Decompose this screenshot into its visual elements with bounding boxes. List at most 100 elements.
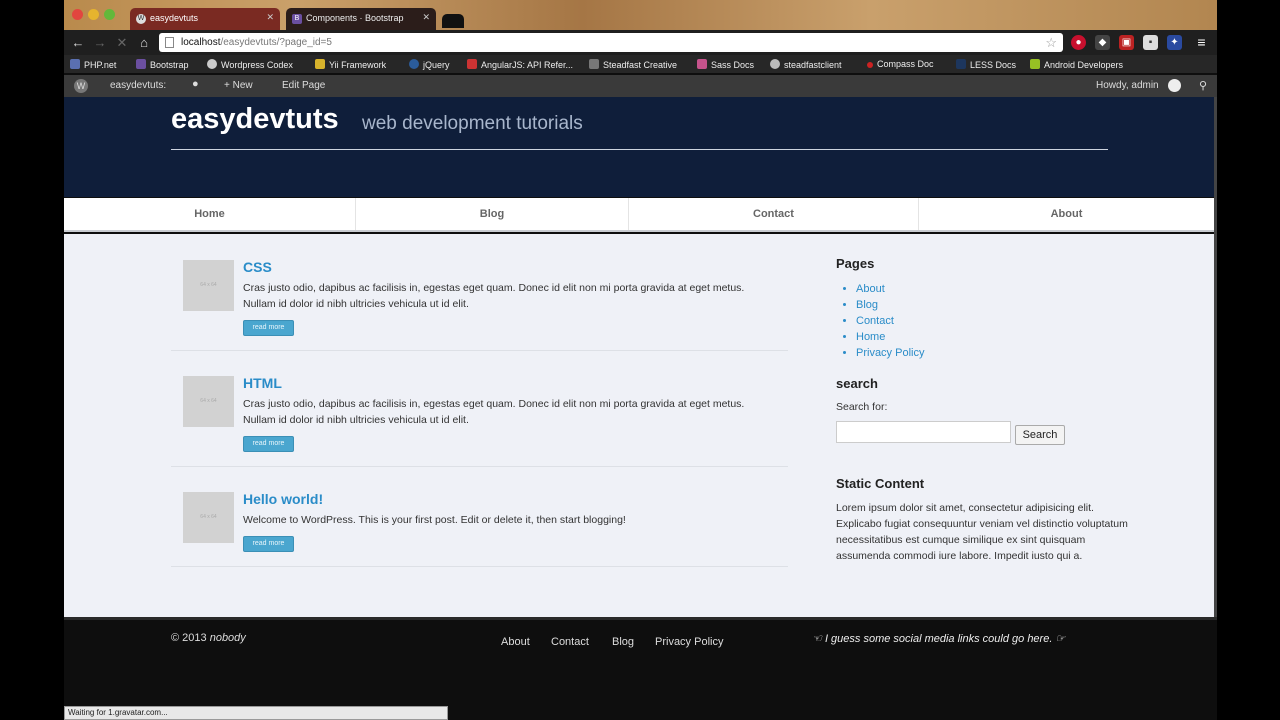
- angularjs-icon: [467, 59, 477, 69]
- bookmark-item[interactable]: Sass Docs: [697, 59, 754, 70]
- close-window-button[interactable]: [72, 9, 83, 20]
- hand-left-icon: ☜: [812, 633, 822, 645]
- minimize-window-button[interactable]: [88, 9, 99, 20]
- site-footer: © 2013 nobody About Contact Blog Privacy…: [64, 617, 1217, 707]
- github-icon: [770, 59, 780, 69]
- page-link-about[interactable]: About: [856, 281, 924, 297]
- copyright: © 2013 nobody: [171, 632, 246, 644]
- footer-link-privacy-policy[interactable]: Privacy Policy: [655, 636, 723, 648]
- comments-icon[interactable]: ●: [192, 78, 199, 90]
- wpbar-edit-page-link[interactable]: Edit Page: [282, 80, 325, 91]
- url-path: /easydevtuts/?page_id=5: [220, 37, 332, 48]
- page-icon: [165, 37, 174, 48]
- screen: W easydevtuts ✕ B Components · Bootstrap…: [0, 0, 1280, 720]
- post-title[interactable]: HTML: [243, 375, 282, 391]
- nav-item-home[interactable]: Home: [64, 198, 356, 230]
- bookmark-item[interactable]: Bootstrap: [136, 59, 189, 70]
- static-content-text: Lorem ipsum dolor sit amet, consectetur …: [836, 502, 1128, 562]
- compass-icon: [867, 62, 873, 68]
- wordpress-icon: W: [136, 14, 146, 24]
- site-title[interactable]: easydevtuts: [171, 103, 339, 136]
- bookmark-star-icon[interactable]: ☆: [1045, 33, 1057, 52]
- page-link-contact[interactable]: Contact: [856, 313, 924, 329]
- nav-item-blog[interactable]: Blog: [356, 198, 629, 230]
- wpbar-site-link[interactable]: easydevtuts:: [110, 80, 166, 91]
- close-tab-icon[interactable]: ✕: [266, 12, 274, 23]
- stop-icon[interactable]: ✕: [113, 34, 131, 51]
- social-note: ☜ I guess some social media links could …: [812, 633, 1066, 645]
- extension-icon[interactable]: ✦: [1167, 35, 1182, 50]
- tab-bootstrap[interactable]: B Components · Bootstrap ✕: [286, 8, 436, 30]
- search-input[interactable]: [836, 421, 1011, 443]
- wp-admin-bar: W easydevtuts: ● + New Edit Page Howdy, …: [64, 75, 1217, 97]
- extension-icon[interactable]: ●: [1071, 35, 1086, 50]
- pages-list: About Blog Contact Home Privacy Policy: [856, 281, 924, 361]
- avatar[interactable]: [1168, 79, 1181, 92]
- back-arrow-icon[interactable]: ←: [69, 34, 87, 51]
- wpbar-howdy[interactable]: Howdy, admin: [1096, 80, 1159, 91]
- forward-arrow-icon[interactable]: →: [91, 34, 109, 51]
- bootstrap-icon: [136, 59, 146, 69]
- wpbar-new-link[interactable]: + New: [224, 80, 253, 91]
- tab-easydevtuts[interactable]: W easydevtuts ✕: [130, 8, 280, 30]
- jquery-icon: [409, 59, 419, 69]
- bookmark-item[interactable]: steadfastclient: [770, 59, 842, 70]
- url-host: localhost: [181, 37, 221, 48]
- read-more-button[interactable]: read more: [243, 436, 294, 452]
- bookmark-item[interactable]: Wordpress Codex: [207, 59, 293, 70]
- bookmark-item[interactable]: AngularJS: API Refer...: [467, 59, 573, 70]
- home-icon[interactable]: ⌂: [135, 34, 153, 51]
- post-excerpt: Cras justo odio, dapibus ac facilisis in…: [243, 398, 745, 426]
- main-nav: Home Blog Contact About: [64, 198, 1214, 232]
- new-tab-button[interactable]: [442, 14, 464, 28]
- post-thumbnail: 64 x 64: [183, 260, 234, 311]
- wordpress-logo-icon[interactable]: W: [74, 79, 88, 93]
- address-bar[interactable]: localhost/easydevtuts/?page_id=5 ☆: [159, 33, 1063, 52]
- bookmark-item[interactable]: jQuery: [409, 59, 450, 70]
- bookmark-item[interactable]: LESS Docs: [956, 59, 1016, 70]
- extension-icon[interactable]: ▣: [1119, 35, 1134, 50]
- tab-label: Components · Bootstrap: [306, 13, 404, 23]
- footer-link-about[interactable]: About: [501, 636, 530, 648]
- browser-window: W easydevtuts ✕ B Components · Bootstrap…: [64, 0, 1217, 720]
- nav-item-about[interactable]: About: [919, 198, 1214, 230]
- page-link-blog[interactable]: Blog: [856, 297, 924, 313]
- tab-strip: W easydevtuts ✕ B Components · Bootstrap…: [64, 0, 1217, 30]
- bookmark-item[interactable]: Android Developers: [1030, 59, 1123, 70]
- search-button[interactable]: Search: [1015, 425, 1065, 445]
- post-excerpt: Cras justo odio, dapibus ac facilisis in…: [243, 282, 745, 310]
- search-heading: search: [836, 376, 878, 391]
- bookmark-item[interactable]: Steadfast Creative: [589, 59, 677, 70]
- android-icon: [1030, 59, 1040, 69]
- less-icon: [956, 59, 966, 69]
- post-item: 64 x 64 HTML Cras justo odio, dapibus ac…: [171, 375, 788, 467]
- content-area: 64 x 64 CSS Cras justo odio, dapibus ac …: [64, 234, 1214, 617]
- post-title[interactable]: CSS: [243, 259, 272, 275]
- extension-icon[interactable]: ▪: [1143, 35, 1158, 50]
- bootstrap-icon: B: [292, 14, 302, 24]
- bookmark-item[interactable]: Compass Doc: [867, 59, 934, 69]
- yii-icon: [315, 59, 325, 69]
- close-tab-icon[interactable]: ✕: [422, 12, 430, 23]
- pages-heading: Pages: [836, 256, 875, 271]
- bookmark-item[interactable]: Yii Framework: [315, 59, 386, 70]
- footer-link-contact[interactable]: Contact: [551, 636, 589, 648]
- tab-label: easydevtuts: [150, 13, 199, 23]
- post-thumbnail: 64 x 64: [183, 376, 234, 427]
- post-item: 64 x 64 CSS Cras justo odio, dapibus ac …: [171, 259, 788, 351]
- read-more-button[interactable]: read more: [243, 320, 294, 336]
- extension-icon[interactable]: ◆: [1095, 35, 1110, 50]
- footer-link-blog[interactable]: Blog: [612, 636, 634, 648]
- page-scrollbar[interactable]: [1214, 97, 1217, 617]
- page-link-privacy-policy[interactable]: Privacy Policy: [856, 345, 924, 361]
- search-icon[interactable]: ⚲: [1199, 79, 1207, 92]
- page-link-home[interactable]: Home: [856, 329, 924, 345]
- maximize-window-button[interactable]: [104, 9, 115, 20]
- post-title[interactable]: Hello world!: [243, 491, 323, 507]
- menu-icon[interactable]: ≡: [1194, 35, 1209, 50]
- bookmark-item[interactable]: PHP.net: [70, 59, 116, 70]
- nav-item-contact[interactable]: Contact: [629, 198, 919, 230]
- static-content-heading: Static Content: [836, 476, 925, 491]
- search-label: Search for:: [836, 401, 888, 413]
- read-more-button[interactable]: read more: [243, 536, 294, 552]
